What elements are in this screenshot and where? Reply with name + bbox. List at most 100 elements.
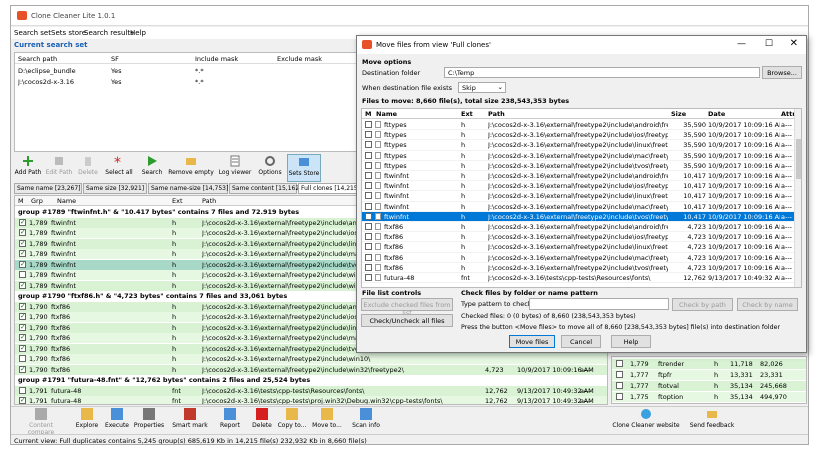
- col-include-mask[interactable]: Include mask: [195, 55, 238, 63]
- file-checkbox[interactable]: [365, 192, 372, 200]
- file-checkbox[interactable]: [365, 172, 372, 179]
- row-checkbox[interactable]: [19, 239, 26, 247]
- col-exclude-mask[interactable]: Exclude mask: [277, 55, 322, 63]
- col-path[interactable]: Path: [202, 197, 216, 205]
- col-search-path[interactable]: Search path: [18, 55, 57, 63]
- tab-same-content[interactable]: Same content [15,162]: [229, 183, 301, 194]
- smart-mark-button[interactable]: Smart mark: [171, 407, 209, 435]
- file-row[interactable]: ftwinfnt h J:\cocos2d-x-3.16\external\free…: [362, 181, 796, 192]
- col-grp[interactable]: Grp: [31, 197, 43, 205]
- tab-full-clones[interactable]: Full clones [14,215]: [298, 183, 362, 194]
- copy-to-button[interactable]: Copy to...: [276, 407, 308, 435]
- report-button[interactable]: Report: [216, 407, 244, 435]
- execute-button[interactable]: Execute: [104, 407, 130, 435]
- exists-select[interactable]: Skip ⌄: [458, 82, 506, 93]
- dcol-size[interactable]: Size: [671, 110, 686, 118]
- exclude-checked-button[interactable]: Exclude checked files from list: [361, 298, 453, 317]
- file-checkbox[interactable]: [365, 274, 372, 281]
- website-link[interactable]: Clone Cleaner website: [611, 407, 681, 435]
- table-row[interactable]: 1,775 ftoption h 35,134 494,970: [612, 392, 806, 402]
- row-checkbox[interactable]: [19, 386, 26, 394]
- file-checkbox[interactable]: [365, 223, 372, 230]
- file-row[interactable]: ftwinfnt h J:\cocos2d-x-3.16\external\free…: [362, 171, 796, 182]
- maximize-icon[interactable]: ☐: [765, 39, 773, 49]
- col-sf[interactable]: SF: [111, 55, 119, 63]
- options-button[interactable]: Options: [255, 154, 285, 182]
- row-checkbox[interactable]: [19, 228, 26, 236]
- delete-button[interactable]: Delete: [251, 407, 273, 435]
- menu-sets-store[interactable]: Sets store: [51, 29, 86, 37]
- row-checkbox[interactable]: [19, 249, 26, 257]
- file-row[interactable]: ftxf86 h J:\cocos2d-x-3.16\external\freety…: [362, 253, 796, 263]
- file-row[interactable]: fttypes h J:\cocos2d-x-3.16\external\freet…: [362, 130, 796, 141]
- select-all-button[interactable]: * Select all: [102, 154, 136, 182]
- file-checkbox[interactable]: [365, 121, 372, 128]
- file-checkbox[interactable]: [365, 151, 372, 159]
- search-button[interactable]: Search: [139, 154, 165, 182]
- group-header-row[interactable]: group #1791 "futura-48.fnt" & "12,762 by…: [15, 375, 607, 385]
- file-row[interactable]: fttypes h J:\cocos2d-x-3.16\external\freet…: [362, 161, 796, 171]
- tab-same-size[interactable]: Same size [32,921]: [83, 183, 147, 194]
- file-checkbox[interactable]: [365, 243, 372, 251]
- col-name[interactable]: Name: [57, 197, 76, 205]
- dcol-path[interactable]: Path: [488, 110, 505, 118]
- file-row[interactable]: fttypes h J:\cocos2d-x-3.16\external\freet…: [362, 120, 796, 131]
- add-path-button[interactable]: Add Path: [13, 154, 43, 182]
- move-to-button[interactable]: Move to...: [311, 407, 343, 435]
- tab-same-name[interactable]: Same name [23,267]: [14, 183, 82, 194]
- row-checkbox[interactable]: [19, 396, 26, 404]
- file-checkbox[interactable]: [365, 233, 372, 241]
- cancel-button[interactable]: Cancel: [561, 335, 601, 348]
- table-row[interactable]: 1,791futura-48 fnt J:\cocos2d-x-3.16\tests…: [15, 396, 607, 404]
- minimize-icon[interactable]: —: [737, 39, 746, 49]
- table-row[interactable]: 1,777 ftpfr h 13,331 23,331: [612, 370, 806, 380]
- close-icon[interactable]: ✕: [790, 38, 798, 49]
- dcol-ext[interactable]: Ext: [461, 110, 473, 118]
- file-row[interactable]: ftwinfnt h J:\cocos2d-x-3.16\external\free…: [362, 191, 796, 202]
- scan-info-button[interactable]: Scan info: [351, 407, 381, 435]
- row-checkbox[interactable]: [19, 365, 26, 373]
- delete-path-button[interactable]: Delete: [75, 154, 101, 182]
- table-row[interactable]: 1,779 ftrender h 11,718 82,026: [612, 359, 806, 369]
- dcol-name[interactable]: Name: [376, 110, 397, 118]
- browse-button[interactable]: Browse...: [762, 66, 802, 79]
- row-checkbox[interactable]: [616, 371, 623, 378]
- check-by-name-button[interactable]: Check by name: [737, 298, 798, 311]
- row-checkbox[interactable]: [616, 382, 623, 389]
- row-checkbox[interactable]: [616, 393, 623, 400]
- menu-help[interactable]: Help: [130, 29, 146, 37]
- row-checkbox[interactable]: [19, 302, 26, 310]
- row-checkbox[interactable]: [19, 271, 26, 278]
- feedback-link[interactable]: Send feedback: [687, 407, 737, 435]
- dialog-scrollbar[interactable]: [794, 109, 801, 287]
- log-viewer-button[interactable]: Log viewer: [217, 154, 253, 182]
- table-row[interactable]: 1,790ftxf86 h J:\cocos2d-x-3.16\external\f…: [15, 354, 607, 364]
- file-checkbox[interactable]: [365, 182, 372, 190]
- row-checkbox[interactable]: [19, 344, 26, 352]
- col-ext[interactable]: Ext: [172, 197, 183, 205]
- sets-store-button[interactable]: Sets Store: [287, 154, 321, 182]
- table-row[interactable]: 1,777 ftotval h 35,134 245,668: [612, 381, 806, 391]
- content-compare-button[interactable]: Content compare: [15, 407, 67, 436]
- row-checkbox[interactable]: [19, 312, 26, 320]
- tab-same-name-size[interactable]: Same name-size [14,753]: [148, 183, 228, 194]
- file-row[interactable]: ftwinfnt h J:\cocos2d-x-3.16\external\free…: [362, 211, 796, 222]
- table-row[interactable]: 1,790ftxf86 h J:\cocos2d-x-3.16\external\f…: [15, 364, 607, 375]
- edit-path-button[interactable]: Edit Path: [44, 154, 74, 182]
- row-checkbox[interactable]: [19, 218, 26, 226]
- file-checkbox[interactable]: [365, 253, 372, 261]
- col-m[interactable]: M: [18, 197, 24, 205]
- row-checkbox[interactable]: [19, 260, 26, 268]
- file-checkbox[interactable]: [365, 212, 372, 220]
- destination-input[interactable]: C:\Temp: [444, 67, 760, 78]
- file-checkbox[interactable]: [365, 263, 372, 271]
- row-checkbox[interactable]: [19, 323, 26, 331]
- row-checkbox[interactable]: [19, 333, 26, 341]
- file-checkbox[interactable]: [365, 141, 372, 149]
- explore-button[interactable]: Explore: [75, 407, 99, 435]
- file-row[interactable]: ftxf86 h J:\cocos2d-x-3.16\external\freety…: [362, 242, 796, 253]
- file-row[interactable]: futura-48 fnt J:\cocos2d-x-3.16\tests\cpp-…: [362, 273, 796, 284]
- table-row[interactable]: 1,791futura-48 fnt J:\cocos2d-x-3.16\tests…: [15, 385, 607, 396]
- check-by-path-button[interactable]: Check by path: [672, 298, 733, 311]
- file-row[interactable]: ftxf86 h J:\cocos2d-x-3.16\external\freety…: [362, 232, 796, 243]
